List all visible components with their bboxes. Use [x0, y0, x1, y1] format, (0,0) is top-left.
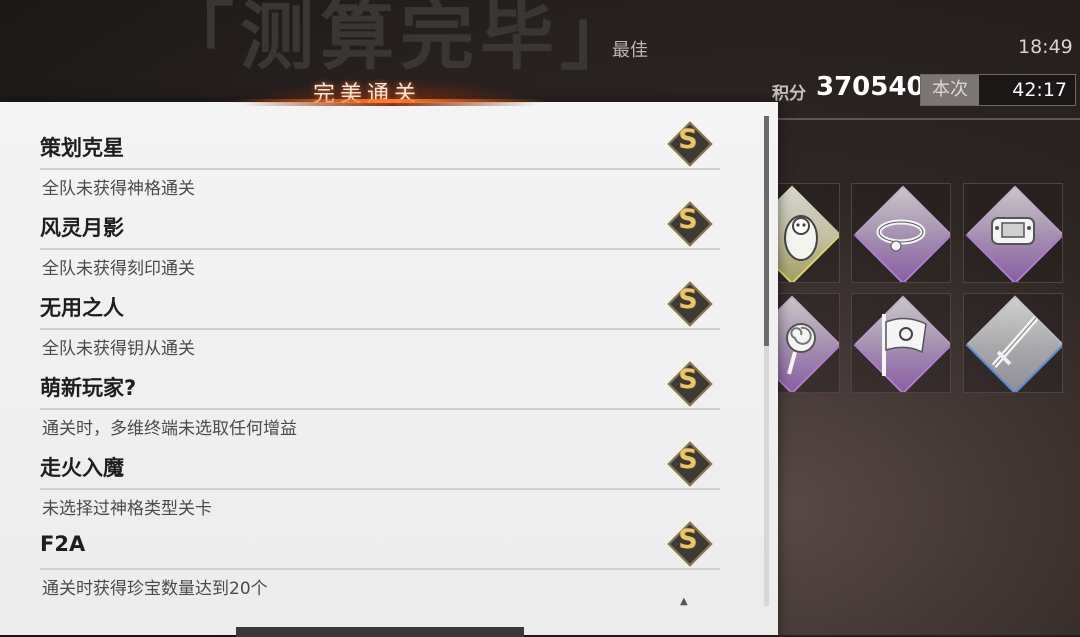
relic-slot-6[interactable]: [963, 293, 1063, 393]
score-label: 积分: [772, 84, 806, 104]
achievement-panel: 策划克星 S 全队未获得神格通关 风灵月影 S 全队未获得刻印通关 无用之人 S…: [0, 102, 778, 637]
header-glow: [230, 99, 550, 103]
scrollbar-thumb[interactable]: [764, 116, 769, 346]
relic-slot-3[interactable]: [963, 183, 1063, 283]
divider-line: [765, 118, 1080, 120]
current-time-box: 本次 42:17: [920, 74, 1076, 106]
s-rank-badge-icon: S: [667, 121, 713, 167]
list-item[interactable]: 走火入魔 S 未选择过神格类型关卡: [40, 422, 720, 519]
s-rank-badge-icon: S: [667, 281, 713, 327]
sword-icon: [991, 316, 1039, 368]
scroll-up-arrow-icon[interactable]: ▲: [680, 596, 688, 607]
background-title: 「测算完毕」: [160, 0, 640, 80]
achievement-title: 风灵月影: [40, 216, 124, 240]
current-time: 42:17: [1012, 79, 1067, 101]
achievement-title: 走火入魔: [40, 456, 124, 480]
s-rank-badge-icon: S: [667, 441, 713, 487]
best-time: 18:49: [1018, 36, 1073, 58]
relic-slot-5[interactable]: [851, 293, 951, 393]
achievement-title: 无用之人: [40, 296, 124, 320]
divider: [40, 488, 720, 490]
achievement-title: 策划克星: [40, 136, 124, 160]
score-value: 370540: [816, 72, 925, 102]
current-label: 本次: [921, 75, 979, 105]
handheld-console-icon: [991, 217, 1035, 245]
panel-header: 完美通关: [313, 82, 422, 107]
scrollbar[interactable]: [764, 116, 769, 606]
list-item[interactable]: 萌新玩家? S 通关时，多维终端未选取任何增益: [40, 342, 720, 439]
list-item[interactable]: 无用之人 S 全队未获得钥从通关: [40, 262, 720, 359]
list-item[interactable]: F2A S 通关时获得珍宝数量达到20个: [40, 502, 720, 599]
s-rank-badge-icon: S: [667, 361, 713, 407]
collar-icon: [876, 219, 926, 252]
best-label: 最佳: [612, 40, 648, 61]
s-rank-badge-icon: S: [667, 521, 713, 567]
list-item[interactable]: 策划克星 S 全队未获得神格通关: [40, 102, 720, 199]
achievement-desc: 通关时获得珍宝数量达到20个: [42, 579, 268, 599]
achievement-title: 萌新玩家?: [40, 376, 137, 400]
pirate-flag-icon: [882, 314, 927, 376]
divider: [40, 328, 720, 330]
s-rank-badge-icon: S: [667, 201, 713, 247]
divider: [40, 248, 720, 250]
bottom-bar: [236, 627, 524, 637]
relic-slot-2[interactable]: [851, 183, 951, 283]
list-item[interactable]: 风灵月影 S 全队未获得刻印通关: [40, 182, 720, 279]
divider: [40, 168, 720, 170]
divider: [40, 408, 720, 410]
achievement-title: F2A: [40, 532, 86, 556]
divider: [40, 568, 720, 570]
